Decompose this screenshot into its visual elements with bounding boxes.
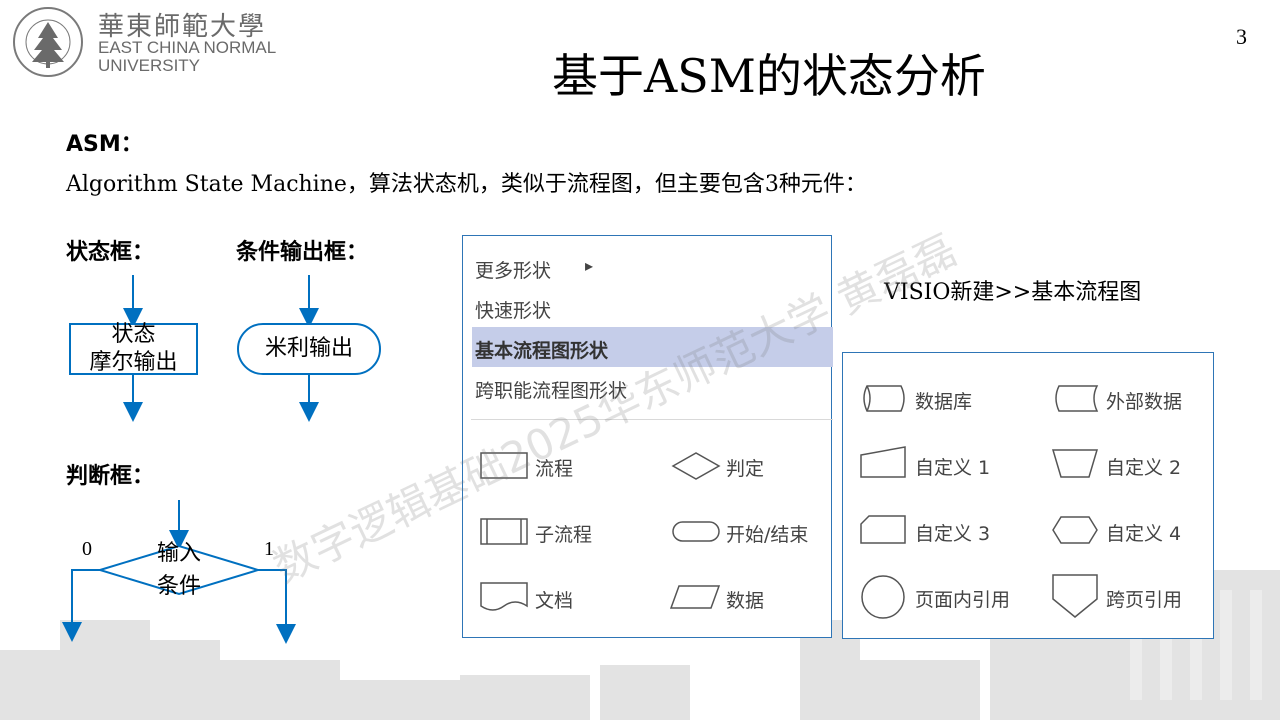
menu-item-more-shapes[interactable]: 更多形状 bbox=[475, 256, 551, 283]
shape-label-on-page-reference: 页面内引用 bbox=[915, 589, 1011, 611]
shape-label-custom-2: 自定义 2 bbox=[1106, 457, 1182, 479]
decision-icon bbox=[671, 452, 721, 480]
decision-text-line1: 输入 bbox=[156, 541, 201, 566]
shape-label-custom-3: 自定义 3 bbox=[915, 523, 991, 545]
custom-4-icon bbox=[1052, 516, 1098, 544]
shape-label-off-page-reference: 跨页引用 bbox=[1106, 589, 1183, 611]
visio-shapes-menu: 更多形状 ▸ 快速形状 基本流程图形状 跨职能流程图形状 流程 判定 子流程 开… bbox=[462, 235, 833, 638]
state-box-text-line2: 摩尔输出 bbox=[89, 350, 178, 375]
external-data-icon bbox=[1055, 385, 1099, 412]
branch-zero-label: 0 bbox=[82, 538, 92, 560]
shape-label-custom-1: 自定义 1 bbox=[915, 457, 991, 479]
data-icon bbox=[669, 585, 721, 609]
asm-symbols-diagram bbox=[62, 275, 381, 644]
subprocess-icon bbox=[480, 518, 528, 545]
shape-label-document: 文档 bbox=[535, 590, 574, 612]
shape-label-decision: 判定 bbox=[726, 458, 765, 480]
menu-item-cross-functional[interactable]: 跨职能流程图形状 bbox=[475, 376, 627, 403]
process-icon bbox=[480, 452, 528, 479]
custom-3-icon bbox=[860, 515, 906, 544]
database-icon bbox=[863, 385, 905, 412]
terminator-icon bbox=[672, 521, 720, 542]
shape-label-custom-4: 自定义 4 bbox=[1106, 523, 1182, 545]
document-icon bbox=[480, 582, 528, 611]
visio-extra-shapes-panel: 数据库 外部数据 自定义 1 自定义 2 自定义 3 自定义 4 页面内引用 跨… bbox=[842, 352, 1214, 639]
menu-item-quick-shapes[interactable]: 快速形状 bbox=[475, 296, 551, 323]
shape-label-database: 数据库 bbox=[915, 391, 973, 413]
shape-label-process: 流程 bbox=[535, 458, 574, 480]
custom-2-icon bbox=[1051, 449, 1099, 478]
shape-label-subprocess: 子流程 bbox=[535, 524, 593, 546]
page-number: 3 bbox=[1236, 24, 1247, 49]
branch-one-label: 1 bbox=[264, 538, 274, 560]
shape-label-data: 数据 bbox=[726, 590, 765, 612]
page-title: 基于ASM的状态分析 bbox=[552, 49, 986, 103]
submenu-arrow-icon: ▸ bbox=[585, 256, 594, 275]
off-page-reference-icon bbox=[1052, 574, 1098, 618]
menu-item-basic-flowchart[interactable]: 基本流程图形状 bbox=[475, 336, 608, 363]
menu-divider bbox=[471, 419, 833, 420]
conditional-output-text: 米利输出 bbox=[264, 336, 353, 361]
custom-1-icon bbox=[860, 446, 906, 478]
visio-new-basic-flowchart-note: VISIO新建>>基本流程图 bbox=[884, 280, 1142, 305]
shape-label-external-data: 外部数据 bbox=[1106, 391, 1183, 413]
decision-text-line2: 条件 bbox=[156, 574, 201, 599]
shape-label-start-end: 开始/结束 bbox=[726, 524, 809, 546]
on-page-reference-icon bbox=[861, 575, 905, 619]
state-box-text-line1: 状态 bbox=[111, 322, 156, 347]
